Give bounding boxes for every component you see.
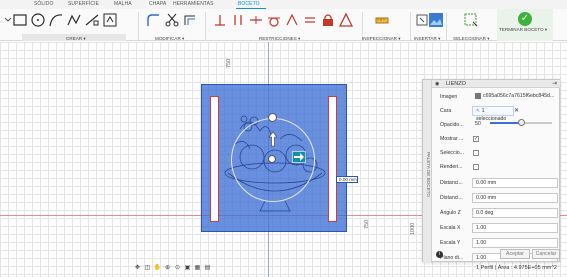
fit-icon[interactable]: ⊙ xyxy=(173,264,182,272)
grid-settings-icon[interactable]: ▦ xyxy=(193,264,202,272)
opacidad-input[interactable]: 50 xyxy=(472,120,490,130)
rotate-handle[interactable] xyxy=(268,113,277,122)
fillet-tool-icon[interactable] xyxy=(145,12,161,28)
tab-boceto[interactable]: BOCETO xyxy=(238,1,260,7)
left-dropdown[interactable] xyxy=(0,12,12,28)
imagen-label: Imagen xyxy=(440,94,458,100)
renderizar-label: Renderi... xyxy=(440,164,463,170)
move-y-arrow-icon[interactable] xyxy=(268,131,278,147)
separator xyxy=(205,12,206,40)
display-settings-icon[interactable]: ▣ xyxy=(183,264,192,272)
terminar-boceto-label: TERMINAR BOCETO ▾ xyxy=(499,27,548,32)
tab-herramientas[interactable]: HERRAMIENTAS xyxy=(173,1,214,7)
rectangle-tool-icon[interactable] xyxy=(12,12,28,28)
angulo-z-input[interactable]: 0.0 deg xyxy=(472,208,558,218)
panel-title: LIENZO xyxy=(446,81,466,87)
sketch-palette-panel: PALETA DE BOCETO ◉ LIENZO ⇥ Imagen c695a… xyxy=(422,79,560,263)
look-at-icon[interactable]: ◫ xyxy=(143,264,152,272)
measure-icon[interactable] xyxy=(374,12,390,28)
constraint-tangent-icon[interactable] xyxy=(266,12,282,28)
dimension-input[interactable]: 0.00 mm xyxy=(336,176,358,183)
text-tool-icon[interactable] xyxy=(102,12,118,28)
tab-chapa[interactable]: CHAPA xyxy=(149,1,166,7)
tab-superficie[interactable]: SUPERFÍCIE xyxy=(68,1,99,7)
clear-selection-icon[interactable]: ✕ xyxy=(514,107,519,114)
opacidad-slider[interactable] xyxy=(490,119,552,126)
cursor-icon: ↖ xyxy=(476,108,481,114)
navigation-bar: ✥ ◫ ✋ ⊕ ⊙ ▣ ▦ ▤ xyxy=(133,263,239,273)
imagen-selector[interactable]: c695a056c7a7615f6ebc845d... xyxy=(472,92,558,102)
panel-header[interactable]: ◉ LIENZO ⇥ xyxy=(432,80,560,88)
move-center-handle[interactable] xyxy=(268,155,276,163)
separator xyxy=(446,12,447,40)
imagen-value: c695a056c7a7615f6ebc845d... xyxy=(483,93,555,99)
collapse-icon[interactable]: ◉ xyxy=(435,81,439,87)
opacidad-slider-fill xyxy=(490,122,521,124)
distancia-x-input[interactable]: 0.00 mm xyxy=(472,178,558,188)
ruler-label-right: 1000 xyxy=(410,222,416,235)
cancel-button[interactable]: Cancelar xyxy=(532,249,560,259)
escala-y-label: Escala Y xyxy=(440,240,461,246)
constraint-equal-icon[interactable] xyxy=(302,12,318,28)
separator xyxy=(138,12,139,40)
zoom-icon[interactable]: ⊕ xyxy=(163,264,172,272)
mostrar-label: Mostrar ... xyxy=(440,136,464,142)
expand-icon[interactable]: ⇥ xyxy=(552,80,557,87)
polygon-tool-icon[interactable] xyxy=(66,12,82,28)
palette-strip-label: PALETA DE BOCETO xyxy=(426,152,431,197)
trim-scissors-icon[interactable] xyxy=(164,12,180,28)
seleccionable-label: Seleccio... xyxy=(440,150,464,156)
orbit-icon[interactable]: ✥ xyxy=(133,264,142,272)
ribbon-toolbar: CREAR ▾ MODIFICAR ▾ RESTRICCIONES ▾ INSP… xyxy=(0,9,567,41)
circle-tool-icon[interactable] xyxy=(30,12,46,28)
pan-hand-icon[interactable]: ✋ xyxy=(153,264,162,272)
opacidad-label: Opacido... xyxy=(440,122,464,128)
escala-x-label: Escala X xyxy=(440,225,461,231)
insert-canvas-image-icon[interactable] xyxy=(428,12,444,28)
tab-malla[interactable]: MALHA xyxy=(114,1,132,7)
ruler-label-bottom: 750 xyxy=(364,219,370,229)
select-window-icon[interactable] xyxy=(463,12,479,28)
constraint-coincident-icon[interactable] xyxy=(284,12,300,28)
arc-tool-icon[interactable] xyxy=(48,12,64,28)
angulo-z-label: Ángulo Z xyxy=(440,210,461,216)
spline-tool-icon[interactable] xyxy=(84,12,100,28)
palette-side-strip[interactable]: PALETA DE BOCETO xyxy=(423,80,432,263)
constraint-symmetry-icon[interactable] xyxy=(338,12,354,28)
move-x-arrow-icon[interactable] xyxy=(292,151,306,163)
escala-x-input[interactable]: 1.00 xyxy=(472,223,558,233)
separator xyxy=(410,12,411,40)
cara-label: Cara xyxy=(440,108,452,114)
escala-y-input[interactable]: 1.00 xyxy=(472,238,558,248)
constraint-parallel-icon[interactable] xyxy=(230,12,246,28)
constraint-fix-lock-icon[interactable] xyxy=(320,12,336,28)
offset-tool-icon[interactable] xyxy=(182,12,198,28)
constraint-perpendicular-icon[interactable] xyxy=(212,12,228,28)
accept-button[interactable]: Aceptar xyxy=(500,249,530,259)
ribbon-tabs: SÓLIDO SUPERFÍCIE MALHA CHAPA HERRAMIENT… xyxy=(0,0,567,10)
left-profile-bar[interactable] xyxy=(210,96,219,222)
constraint-horizontal-icon[interactable] xyxy=(248,12,264,28)
distancia-y-label: Distanci... xyxy=(440,195,463,201)
ruler-label-top: 750 xyxy=(226,58,232,68)
plano-label: Plano di... xyxy=(440,255,464,261)
mostrar-checkbox[interactable]: ✓ xyxy=(473,136,479,142)
distancia-x-label: Distanci... xyxy=(440,180,463,186)
image-file-icon xyxy=(475,92,481,99)
tab-solido[interactable]: SÓLIDO xyxy=(34,1,54,7)
opacidad-slider-knob[interactable] xyxy=(517,119,525,126)
info-icon[interactable]: i xyxy=(436,251,443,258)
distancia-y-input[interactable]: 0.00 mm xyxy=(472,193,558,203)
status-bar-text: 1 Perfil | Área : 4.975E+05 mm^2 xyxy=(476,265,557,271)
finish-sketch-button[interactable]: ✓ TERMINAR BOCETO ▾ xyxy=(497,9,553,41)
checkmark-icon: ✓ xyxy=(518,12,532,26)
renderizar-checkbox[interactable] xyxy=(473,164,479,170)
seleccionable-checkbox[interactable] xyxy=(473,150,479,156)
viewports-icon[interactable]: ▤ xyxy=(203,264,212,272)
cara-selection[interactable]: ↖ 1 seleccionado xyxy=(472,106,514,122)
